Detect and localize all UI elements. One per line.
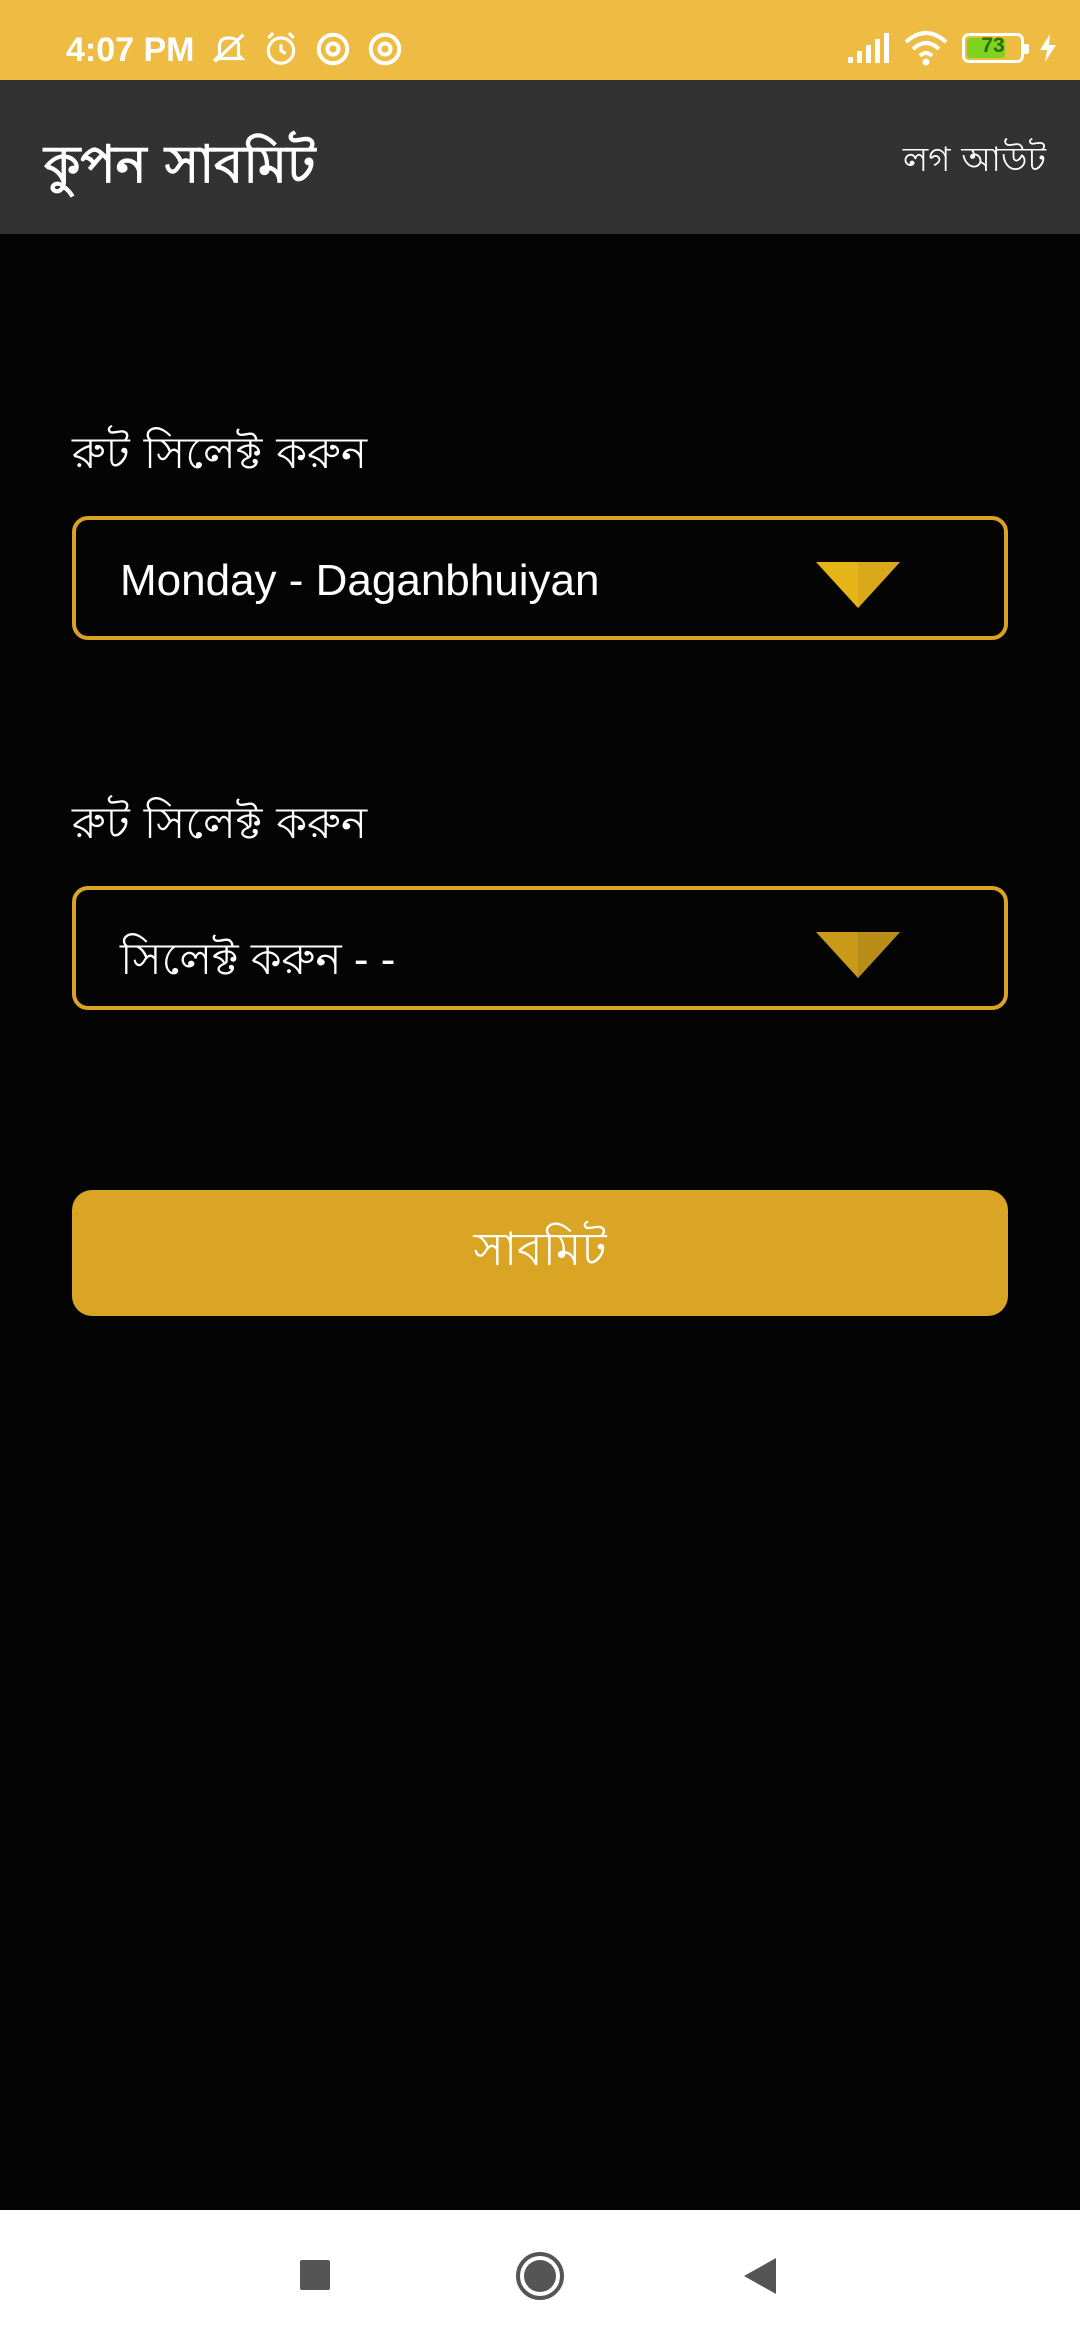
wifi-icon <box>904 31 948 66</box>
charging-bolt-icon <box>1040 34 1056 62</box>
route-select-dropdown[interactable]: Monday - Daganbhuiyan <box>72 516 1008 640</box>
muted-bell-icon <box>212 33 246 63</box>
dropdown-arrow-icon <box>816 562 900 608</box>
battery-icon: 73 <box>962 33 1029 63</box>
cellular-signal-icon <box>848 33 889 63</box>
page-title: কুপন সাবমিট <box>44 135 316 195</box>
at-sign-icon <box>368 32 402 66</box>
system-icons: 73 <box>846 30 1058 66</box>
navigation-bar <box>0 2210 1080 2340</box>
home-icon[interactable] <box>514 2250 566 2302</box>
app-bar: কুপন সাবমিট লগ আউট <box>0 80 1080 234</box>
route-select-label-2: রুট সিলেক্ট করুন <box>72 798 368 849</box>
route-select-placeholder: সিলেক্ট করুন - - <box>120 935 396 984</box>
dropdown-arrow-icon <box>816 932 900 978</box>
status-bar: 4:07 PM 73 <box>0 0 1080 80</box>
logout-button[interactable]: লগ আউট <box>903 134 1046 191</box>
notification-icons <box>210 30 404 68</box>
battery-percent: 73 <box>981 34 1005 57</box>
alarm-icon <box>266 32 296 65</box>
route-select-dropdown-2[interactable]: সিলেক্ট করুন - - <box>72 886 1008 1010</box>
status-time: 4:07 PM <box>66 31 195 69</box>
route-select-value: Monday - Daganbhuiyan <box>120 556 600 605</box>
route-select-label: রুট সিলেক্ট করুন <box>72 428 368 479</box>
at-sign-icon <box>316 32 350 66</box>
submit-button[interactable]: সাবমিট <box>72 1190 1008 1316</box>
back-icon[interactable] <box>742 2256 778 2296</box>
recent-apps-icon[interactable] <box>298 2258 332 2292</box>
